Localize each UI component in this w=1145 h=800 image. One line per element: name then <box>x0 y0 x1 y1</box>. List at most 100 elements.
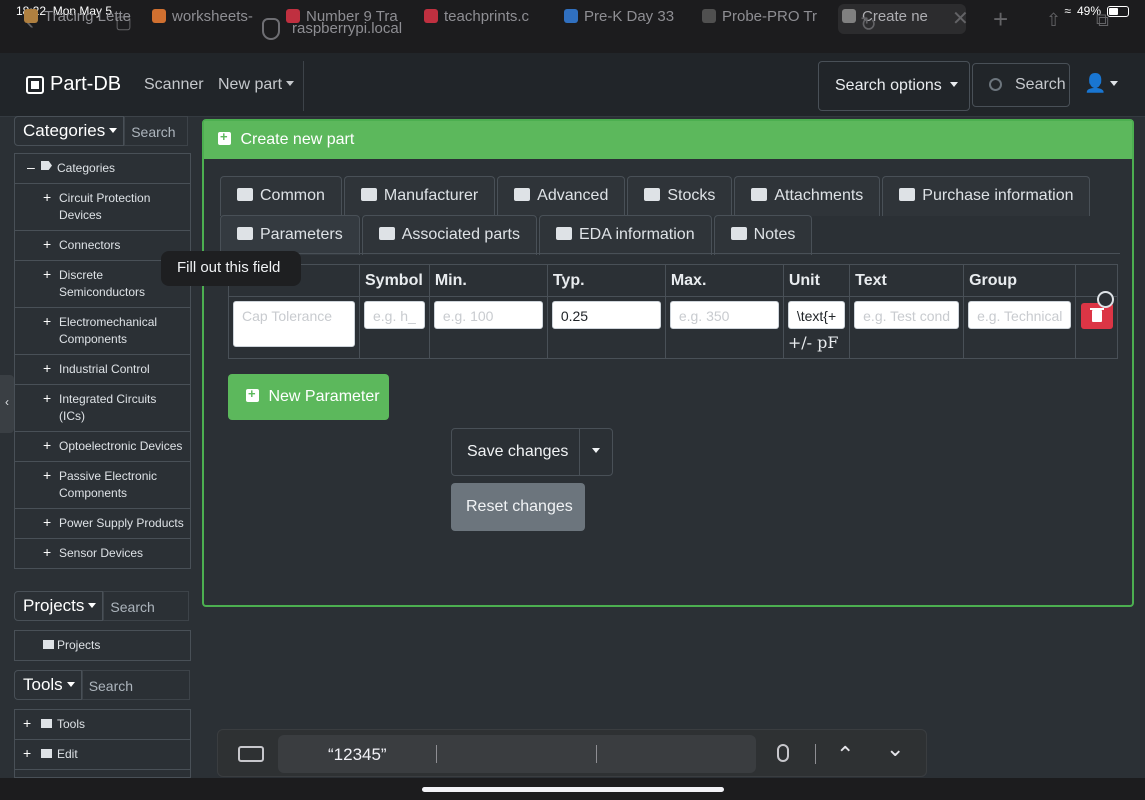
card-header: Create new part <box>204 121 1132 159</box>
tools-dropdown[interactable]: Tools <box>14 670 82 700</box>
group-input[interactable]: e.g. Technical <box>968 301 1072 329</box>
close-tab-icon[interactable]: ✕ <box>952 6 969 31</box>
new-part-dropdown[interactable]: New part <box>218 76 295 94</box>
tabs-divider <box>220 253 1120 254</box>
new-parameter-button[interactable]: New Parameter <box>228 374 389 420</box>
sidebar-item-tool[interactable]: + Edit <box>15 740 190 770</box>
tab-parameters[interactable]: Parameters <box>220 215 360 255</box>
tab-manufacturer[interactable]: Manufacturer <box>343 176 496 216</box>
collapse-icon[interactable]: – <box>27 159 35 176</box>
link-icon <box>378 227 395 240</box>
sidebar-item-category[interactable]: + Power Supply Products <box>15 509 190 539</box>
sidebar-item-tool[interactable]: + Tools <box>15 710 190 740</box>
search-options-button[interactable]: Search options <box>818 61 970 111</box>
projects-dropdown[interactable]: Projects <box>14 591 104 621</box>
tab-common[interactable]: Common <box>220 176 342 216</box>
user-menu-button[interactable]: 👤 <box>1084 73 1119 94</box>
expand-icon[interactable]: + <box>23 715 31 732</box>
tree-root-projects[interactable]: Projects <box>15 631 190 660</box>
suggestion-item[interactable]: “12345” <box>328 745 387 765</box>
tool-icon <box>41 719 52 728</box>
expand-icon[interactable]: + <box>43 189 51 206</box>
cell-symbol: e.g. h_ <box>359 296 430 359</box>
text-input[interactable]: e.g. Test cond <box>854 301 960 329</box>
previous-field-icon[interactable]: ⌃ <box>836 742 854 768</box>
sidebar-item-label: Sensor Devices <box>59 546 144 560</box>
tools-tree: + Tools + Edit +Sh <box>14 709 191 778</box>
tab-stocks[interactable]: Stocks <box>627 176 733 216</box>
categories-search-input[interactable]: Search <box>124 116 189 146</box>
tab-notes[interactable]: Notes <box>713 215 813 255</box>
navbar-search-input[interactable]: Search <box>972 63 1070 107</box>
save-options-dropdown[interactable] <box>580 429 612 475</box>
tab-attachments[interactable]: Attachments <box>734 176 881 216</box>
sidebar-item-category[interactable]: + Industrial Control <box>15 355 190 385</box>
max-input[interactable]: e.g. 350 <box>669 301 779 329</box>
tab-label: Purchase information <box>922 187 1074 204</box>
categories-dropdown[interactable]: Categories <box>14 116 125 146</box>
plus-square-icon <box>218 129 231 145</box>
projects-search-input[interactable]: Search <box>103 591 190 621</box>
new-tab-icon[interactable]: + <box>993 4 1008 35</box>
tool-icon <box>41 749 52 758</box>
reload-icon[interactable]: ↻ <box>860 12 877 37</box>
microphone-icon[interactable] <box>777 744 789 762</box>
favicon-icon <box>24 9 38 23</box>
share-icon[interactable]: ⇧ <box>1046 10 1061 31</box>
tab-advanced[interactable]: Advanced <box>497 176 626 216</box>
address-bar[interactable]: raspberrypi.local <box>262 16 892 44</box>
save-changes-button[interactable]: Save changes <box>452 429 580 475</box>
address-host: raspberrypi.local <box>292 20 403 37</box>
scanner-link[interactable]: Scanner <box>144 76 204 94</box>
sidebar-item-category[interactable]: + Integrated Circuits (ICs) <box>15 385 190 432</box>
expand-icon[interactable]: + <box>43 266 51 283</box>
sidebar-collapse-icon[interactable]: ‹ <box>0 375 14 433</box>
header-unit: Unit <box>782 264 851 297</box>
projects-tree: Projects <box>14 630 191 661</box>
browser-chrome: 18:22 Mon May 5 ≈ 49% ‹ ▢ Tracing Lettew… <box>0 0 1145 53</box>
tab-associated-parts[interactable]: Associated parts <box>361 215 537 255</box>
expand-icon[interactable]: + <box>43 313 51 330</box>
book-icon <box>237 227 253 240</box>
min-input[interactable]: e.g. 100 <box>433 301 543 329</box>
brand-link[interactable]: Part-DB <box>26 73 121 96</box>
expand-icon[interactable]: + <box>43 544 51 561</box>
name-input[interactable]: Cap Tolerance <box>233 301 355 347</box>
suggestion-divider <box>596 745 597 763</box>
reset-changes-button[interactable]: Reset changes <box>451 483 585 531</box>
tab-eda-information[interactable]: EDA information <box>538 215 712 255</box>
browser-tab[interactable]: Tracing Lette <box>20 4 140 34</box>
browser-tab[interactable]: worksheets- <box>148 4 268 34</box>
next-field-icon[interactable]: ⌄ <box>886 736 904 762</box>
expand-icon[interactable]: + <box>43 467 51 484</box>
typ-input[interactable]: 0.25 <box>551 301 661 329</box>
expand-icon[interactable]: + <box>43 390 51 407</box>
search-icon <box>989 78 1002 91</box>
header-typ: Typ. <box>546 264 666 297</box>
expand-icon[interactable]: + <box>23 745 31 762</box>
tree-root-categories[interactable]: – Categories <box>15 154 190 184</box>
cell-min: e.g. 100 <box>428 296 548 359</box>
cart-icon <box>899 188 916 201</box>
tab-purchase-information[interactable]: Purchase information <box>882 176 1091 216</box>
tab-label: Common <box>260 187 325 204</box>
symbol-input[interactable]: e.g. h_ <box>364 301 425 329</box>
sidebar-item-tool[interactable]: +Sh <box>15 770 190 777</box>
sidebar-item-category[interactable]: + Optoelectronic Devices <box>15 432 190 462</box>
app-navbar: Part-DB Scanner New part Search options … <box>0 53 1145 117</box>
sidebar-item-category[interactable]: + Electromechanical Components <box>15 308 190 355</box>
sidebar-item-category[interactable]: + Circuit Protection Devices <box>15 184 190 231</box>
expand-icon[interactable]: + <box>43 437 51 454</box>
tools-search-input[interactable]: Search <box>81 670 190 700</box>
sidebar-item-category[interactable]: + Sensor Devices <box>15 539 190 568</box>
expand-icon[interactable]: + <box>43 236 51 253</box>
header-max: Max. <box>664 264 784 297</box>
keyboard-icon[interactable] <box>238 746 264 762</box>
tabs-overview-icon[interactable]: ⧉ <box>1096 10 1109 31</box>
shield-icon <box>262 18 280 40</box>
sidebar-item-category[interactable]: + Passive Electronic Components <box>15 462 190 509</box>
expand-icon[interactable]: + <box>43 514 51 531</box>
user-icon: 👤 <box>1084 73 1107 93</box>
unit-input[interactable]: \text{+ <box>787 301 846 329</box>
expand-icon[interactable]: + <box>43 360 51 377</box>
